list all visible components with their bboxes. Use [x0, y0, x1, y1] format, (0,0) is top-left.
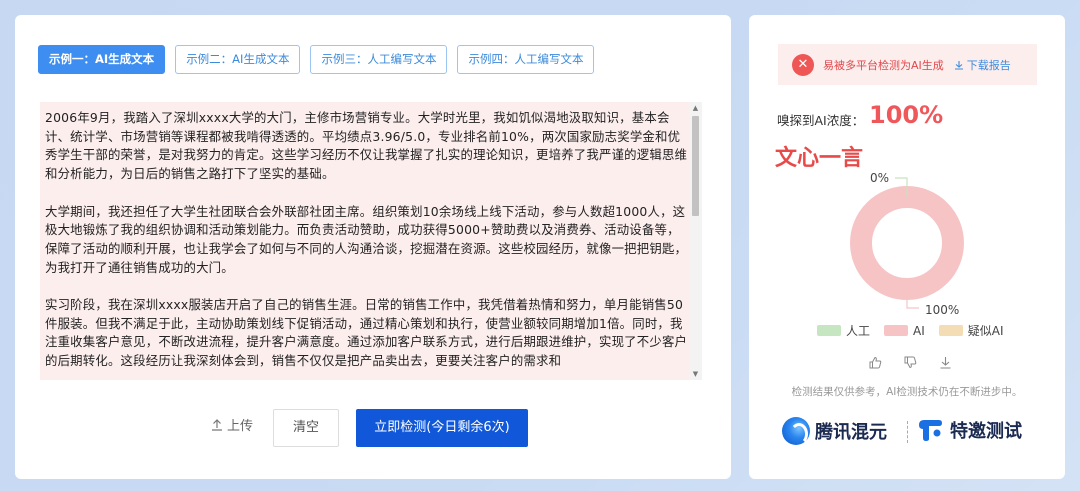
legend-swatch — [817, 325, 841, 336]
text-paragraph: 大学期间，我还担任了大学生社团联合会外联部社团主席。组织策划10余场线上线下活动… — [45, 203, 688, 275]
tab-example-1[interactable]: 示例一：AI生成文本 — [38, 45, 166, 74]
brand-invited-test: 特邀测试 — [915, 417, 1022, 443]
scroll-up-icon[interactable]: ▲ — [689, 102, 702, 114]
tab-example-4[interactable]: 示例四：人工编写文本 — [457, 45, 595, 74]
scrollbar[interactable]: ▲ ▼ — [689, 102, 702, 380]
clear-button[interactable]: 清空 — [273, 409, 339, 447]
text-input-area[interactable]: 2006年9月，我踏入了深圳xxxx大学的大门，主修市场营销专业。大学时光里，我… — [40, 102, 702, 380]
detection-alert: ✕ 易被多平台检测为AI生成 下载报告 — [778, 44, 1037, 85]
text-paragraph: 2006年9月，我踏入了深圳xxxx大学的大门，主修市场营销专业。大学时光里，我… — [45, 110, 688, 182]
legend-label: 疑似AI — [967, 324, 1004, 338]
upload-button[interactable]: 上传 — [211, 415, 253, 434]
upload-label: 上传 — [227, 419, 254, 434]
donut-label-top: 0% — [870, 171, 889, 185]
concentration-value: 100% — [869, 101, 944, 129]
legend-item-suspected-ai[interactable]: 疑似AI — [938, 322, 1004, 339]
scroll-down-icon[interactable]: ▼ — [689, 368, 702, 380]
alert-text: 易被多平台检测为AI生成 — [823, 58, 944, 72]
thumbs-down-icon[interactable] — [904, 356, 917, 369]
legend-item-ai[interactable]: AI — [884, 324, 925, 338]
thumbs-up-icon[interactable] — [869, 356, 882, 369]
legend-swatch — [884, 325, 909, 336]
ai-donut-chart: 0% 100% — [850, 171, 964, 317]
brand1-label: 腾讯混元 — [815, 422, 887, 443]
disclaimer-text: 检测结果仅供参考，AI检测技术仍在不断进步中。 — [791, 386, 1023, 398]
donut-slice-ai — [850, 186, 964, 300]
brand2-logo-icon — [919, 420, 942, 441]
feedback-actions — [869, 356, 952, 369]
example-tabs: 示例一：AI生成文本 示例二：AI生成文本 示例三：人工编写文本 示例四：人工编… — [38, 45, 595, 74]
tab-example-3[interactable]: 示例三：人工编写文本 — [310, 45, 448, 74]
text-paragraph: 实习阶段，我在深圳xxxx服装店开启了自己的销售生涯。日常的销售工作中，我凭借着… — [45, 297, 688, 369]
download-icon[interactable] — [939, 356, 952, 369]
legend-label: AI — [913, 323, 925, 338]
brand-hunyuan: 腾讯混元 — [782, 417, 887, 445]
brand-divider — [907, 421, 908, 443]
hunyuan-logo-icon — [782, 417, 810, 445]
tab-example-2[interactable]: 示例二：AI生成文本 — [175, 45, 301, 74]
legend-label: 人工 — [846, 324, 871, 338]
result-panel: ✕ 易被多平台检测为AI生成 下载报告 嗅探到AI浓度： 100% 文心一言 0… — [749, 15, 1065, 479]
detect-button[interactable]: 立即检测(今日剩余6次) — [356, 409, 528, 447]
scroll-thumb[interactable] — [692, 116, 699, 216]
brand2-label: 特邀测试 — [950, 421, 1022, 442]
download-report-link[interactable]: 下载报告 — [954, 57, 1011, 73]
chart-legend: 人工 AI 疑似AI — [817, 322, 1004, 339]
legend-item-human[interactable]: 人工 — [817, 322, 870, 339]
legend-swatch — [938, 325, 963, 336]
download-label: 下载报告 — [966, 58, 1011, 72]
upload-icon — [212, 418, 222, 431]
donut-label-bottom: 100% — [925, 303, 959, 317]
input-panel: 示例一：AI生成文本 示例二：AI生成文本 示例三：人工编写文本 示例四：人工编… — [15, 15, 731, 479]
download-icon — [954, 60, 963, 70]
concentration-label: 嗅探到AI浓度： — [777, 113, 865, 128]
close-circle-icon: ✕ — [792, 53, 814, 76]
